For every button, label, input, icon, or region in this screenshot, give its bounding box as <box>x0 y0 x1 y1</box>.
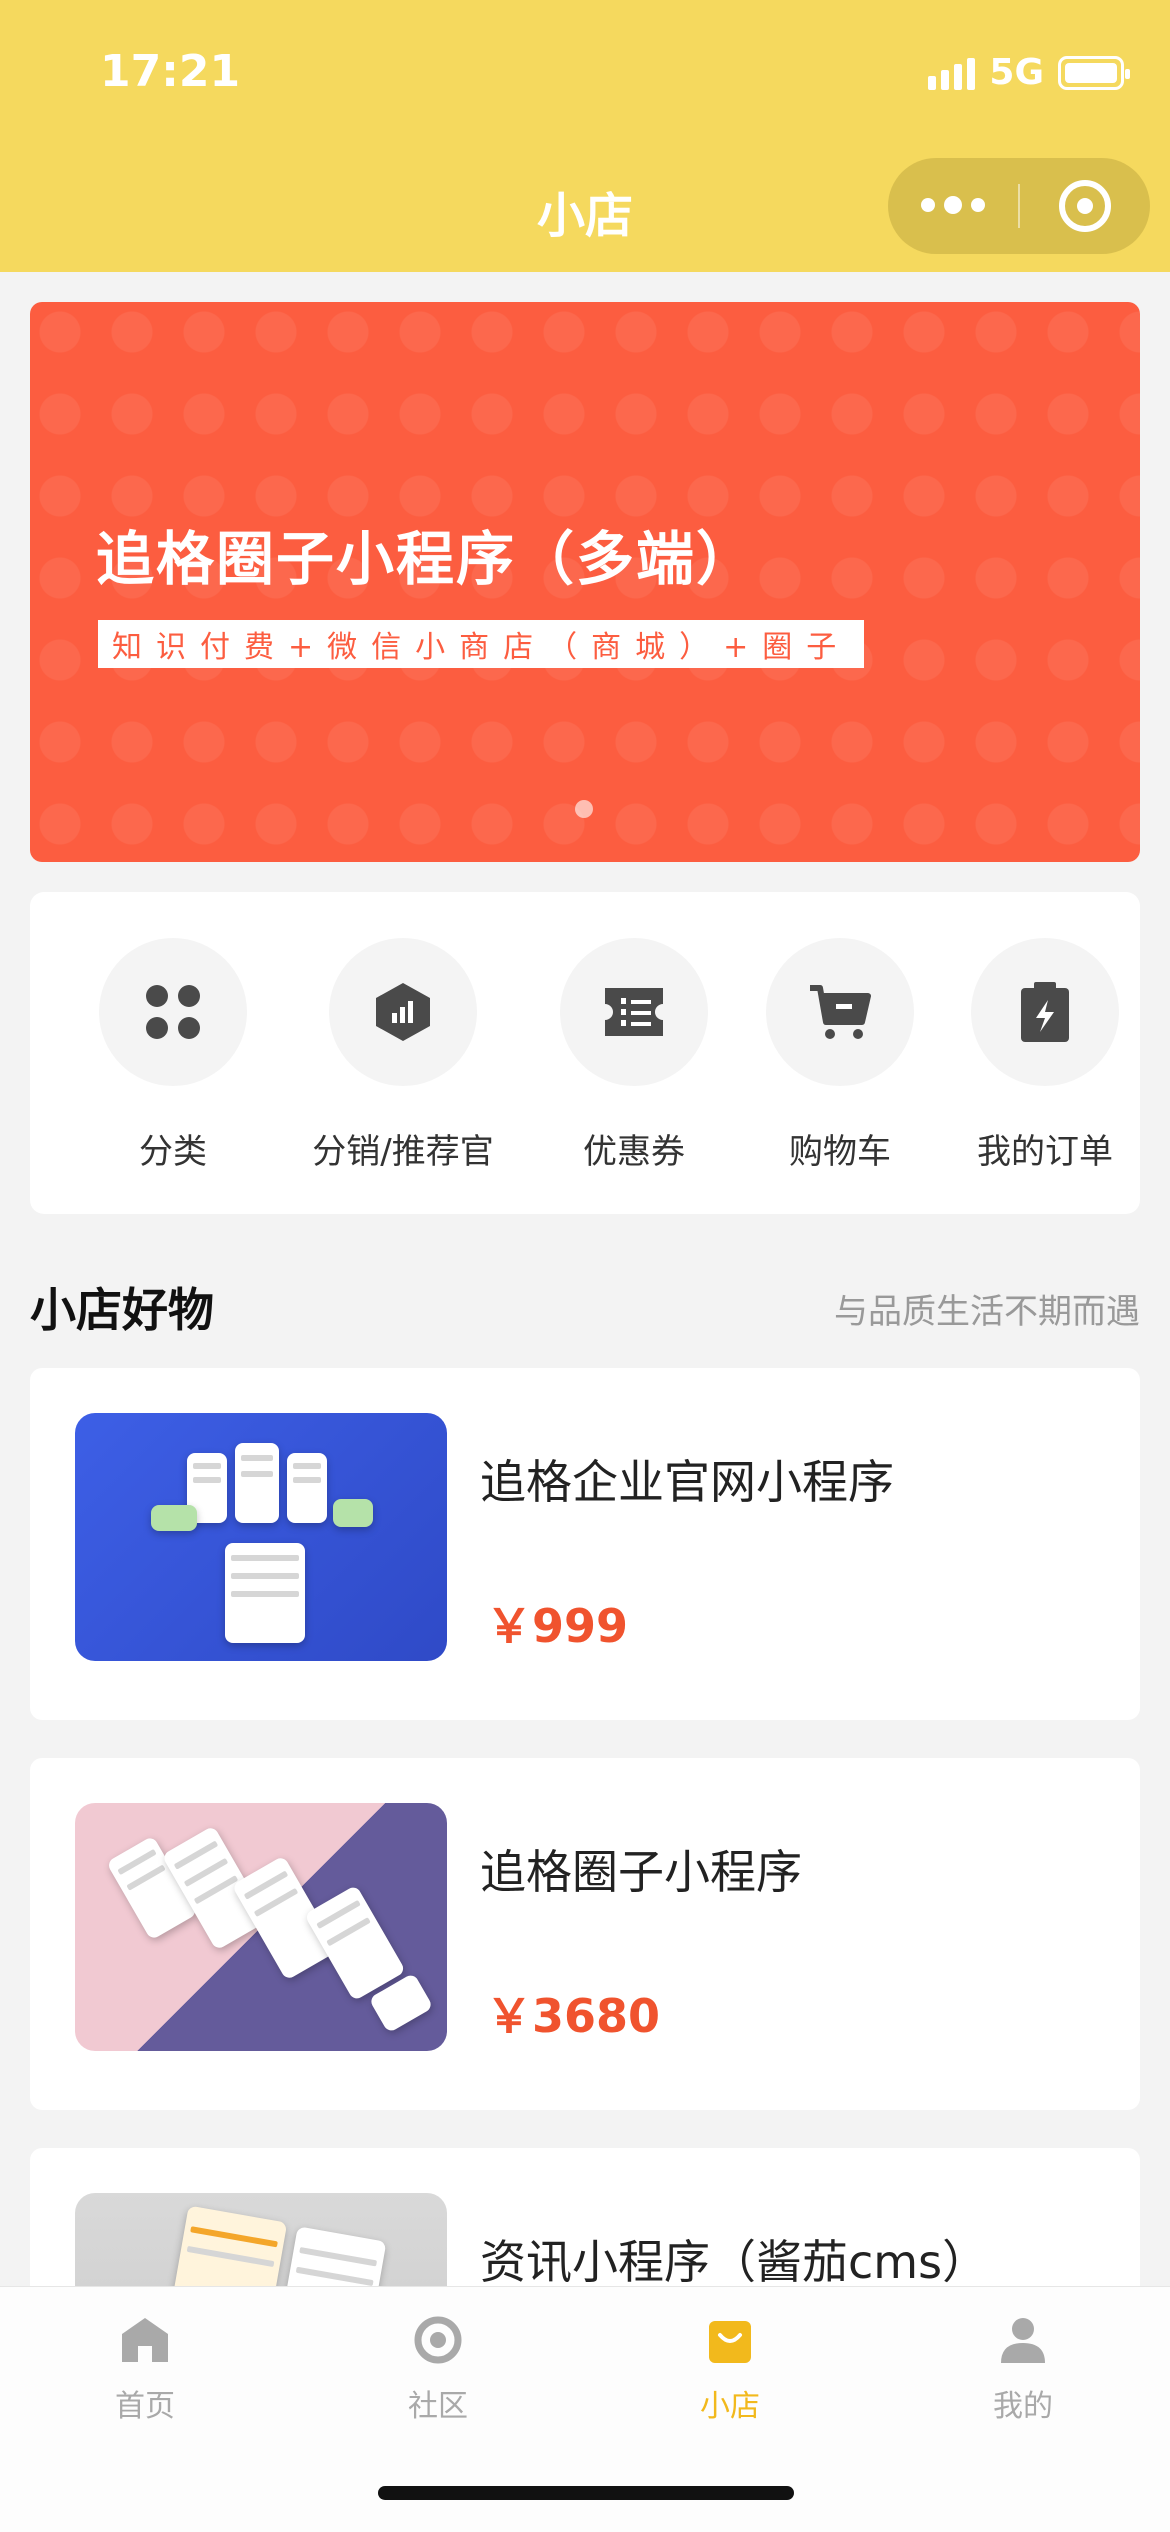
quick-item-label: 优惠券 <box>583 1132 685 1172</box>
product-image <box>75 1803 447 2051</box>
quick-item-label: 购物车 <box>789 1132 891 1172</box>
quick-item-label: 我的订单 <box>977 1132 1113 1172</box>
tab-profile[interactable]: 我的 <box>923 2313 1123 2425</box>
product-card[interactable]: 追格圈子小程序 ￥3680 <box>30 1758 1140 2110</box>
product-name: 追格圈子小程序 <box>480 1845 802 1899</box>
quick-item-label: 分类 <box>139 1132 207 1172</box>
product-card[interactable]: 追格企业官网小程序 ￥999 <box>30 1368 1140 1720</box>
miniprogram-capsule <box>888 158 1150 254</box>
quick-item-distribution[interactable]: 分销/推荐官 <box>293 938 513 1173</box>
quick-item-coupon[interactable]: 优惠券 <box>524 938 744 1173</box>
product-name: 追格企业官网小程序 <box>480 1455 894 1509</box>
circle-icon <box>411 2313 465 2367</box>
shop-bag-icon <box>703 2313 757 2367</box>
top-header: 17:21 5G 小店 <box>0 0 1170 272</box>
quick-menu: 分类 分销/推荐官 优惠券 购物车 我的订单 <box>30 892 1140 1214</box>
product-price: ￥3680 <box>486 1989 661 2043</box>
carousel-indicator <box>575 800 593 818</box>
grid-icon <box>99 938 247 1086</box>
status-indicators: 5G <box>928 52 1130 93</box>
quick-item-label: 分销/推荐官 <box>312 1132 494 1172</box>
promo-banner[interactable]: 追格圈子小程序（多端） 知识付费+微信小商店（商城）+圈子 <box>30 302 1140 862</box>
more-menu-icon[interactable] <box>888 196 1018 214</box>
status-time: 17:21 <box>100 46 241 97</box>
home-indicator <box>378 2486 794 2500</box>
quick-item-orders[interactable]: 我的订单 <box>935 938 1155 1173</box>
tab-label: 首页 <box>115 2389 175 2424</box>
cart-icon <box>766 938 914 1086</box>
banner-title: 追格圈子小程序（多端） <box>96 525 757 593</box>
product-image <box>75 1413 447 1661</box>
tab-label: 小店 <box>700 2389 760 2424</box>
ticket-icon <box>560 938 708 1086</box>
chart-hexagon-icon <box>329 938 477 1086</box>
section-subtitle: 与品质生活不期而遇 <box>834 1292 1140 1332</box>
network-label: 5G <box>989 52 1044 93</box>
tab-label: 我的 <box>993 2389 1053 2424</box>
battery-icon <box>1058 55 1130 90</box>
product-name: 资讯小程序（酱茄cms） <box>480 2235 989 2289</box>
tab-home[interactable]: 首页 <box>45 2313 245 2425</box>
banner-subtitle: 知识付费+微信小商店（商城）+圈子 <box>98 620 865 668</box>
tab-shop[interactable]: 小店 <box>630 2313 830 2425</box>
user-icon <box>996 2313 1050 2367</box>
signal-icon <box>928 56 976 90</box>
quick-item-category[interactable]: 分类 <box>63 938 283 1173</box>
tab-label: 社区 <box>408 2389 468 2424</box>
tab-community[interactable]: 社区 <box>338 2313 538 2425</box>
close-miniprogram-icon[interactable] <box>1020 180 1150 232</box>
quick-item-cart[interactable]: 购物车 <box>730 938 950 1173</box>
section-title: 小店好物 <box>30 1283 214 1337</box>
home-icon <box>118 2313 172 2367</box>
clipboard-icon <box>971 938 1119 1086</box>
product-price: ￥999 <box>486 1599 629 1653</box>
